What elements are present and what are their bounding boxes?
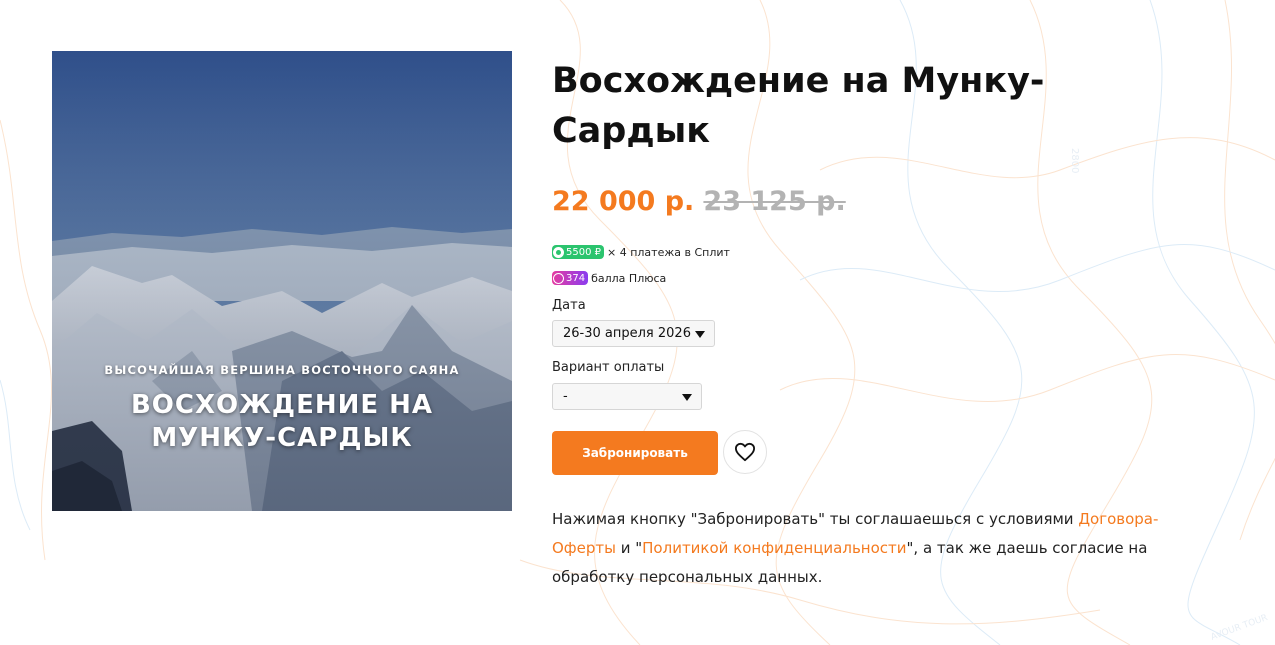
price-block: 22 000 р. 23 125 р. bbox=[552, 186, 846, 217]
tour-hero-image: Высочайшая вершина Восточного Саяна Восх… bbox=[52, 51, 512, 511]
date-select[interactable]: 26-30 апреля 2026 bbox=[552, 320, 715, 347]
plus-text: балла Плюса bbox=[591, 271, 667, 285]
consent-text-part-2: и " bbox=[615, 539, 643, 557]
plus-badge: 374 bbox=[552, 271, 589, 285]
caret-down-icon bbox=[695, 331, 705, 338]
consent-text: Нажимая кнопку "Забронировать" ты соглаш… bbox=[552, 505, 1202, 592]
old-price: 23 125 р. bbox=[703, 186, 846, 217]
split-icon bbox=[553, 246, 564, 258]
favorite-button[interactable] bbox=[723, 430, 767, 474]
split-payment-info[interactable]: 5500 ₽ × 4 платежа в Сплит bbox=[552, 245, 730, 259]
date-select-value: 26-30 апреля 2026 bbox=[563, 326, 691, 341]
plus-points-info[interactable]: 374 балла Плюса bbox=[552, 271, 666, 285]
split-text: × 4 платежа в Сплит bbox=[607, 245, 730, 259]
book-button[interactable]: Забронировать bbox=[552, 431, 718, 475]
plus-icon bbox=[553, 272, 564, 284]
payment-option-value: - bbox=[563, 389, 568, 404]
split-badge: 5500 ₽ bbox=[552, 245, 604, 259]
split-amount: 5500 ₽ bbox=[566, 246, 601, 258]
hero-title-line-2: Мунку-Сардык bbox=[151, 423, 413, 453]
hero-title: Восхождение на Мунку-Сардык bbox=[52, 389, 512, 455]
payment-option-select[interactable]: - bbox=[552, 383, 702, 410]
caret-down-icon bbox=[682, 394, 692, 401]
privacy-policy-link[interactable]: Политикой конфиденциальности bbox=[642, 539, 906, 557]
payment-option-label: Вариант оплаты bbox=[552, 360, 665, 375]
heart-icon bbox=[735, 442, 755, 462]
tour-title: Восхождение на Мунку-Сардык bbox=[552, 61, 1045, 151]
consent-text-part-1: Нажимая кнопку "Забронировать" ты соглаш… bbox=[552, 510, 1079, 528]
current-price: 22 000 р. bbox=[552, 186, 695, 217]
hero-subtitle: Высочайшая вершина Восточного Саяна bbox=[104, 363, 460, 377]
hero-title-line-1: Восхождение на bbox=[130, 390, 434, 420]
date-label: Дата bbox=[552, 298, 586, 313]
plus-points: 374 bbox=[566, 272, 586, 284]
